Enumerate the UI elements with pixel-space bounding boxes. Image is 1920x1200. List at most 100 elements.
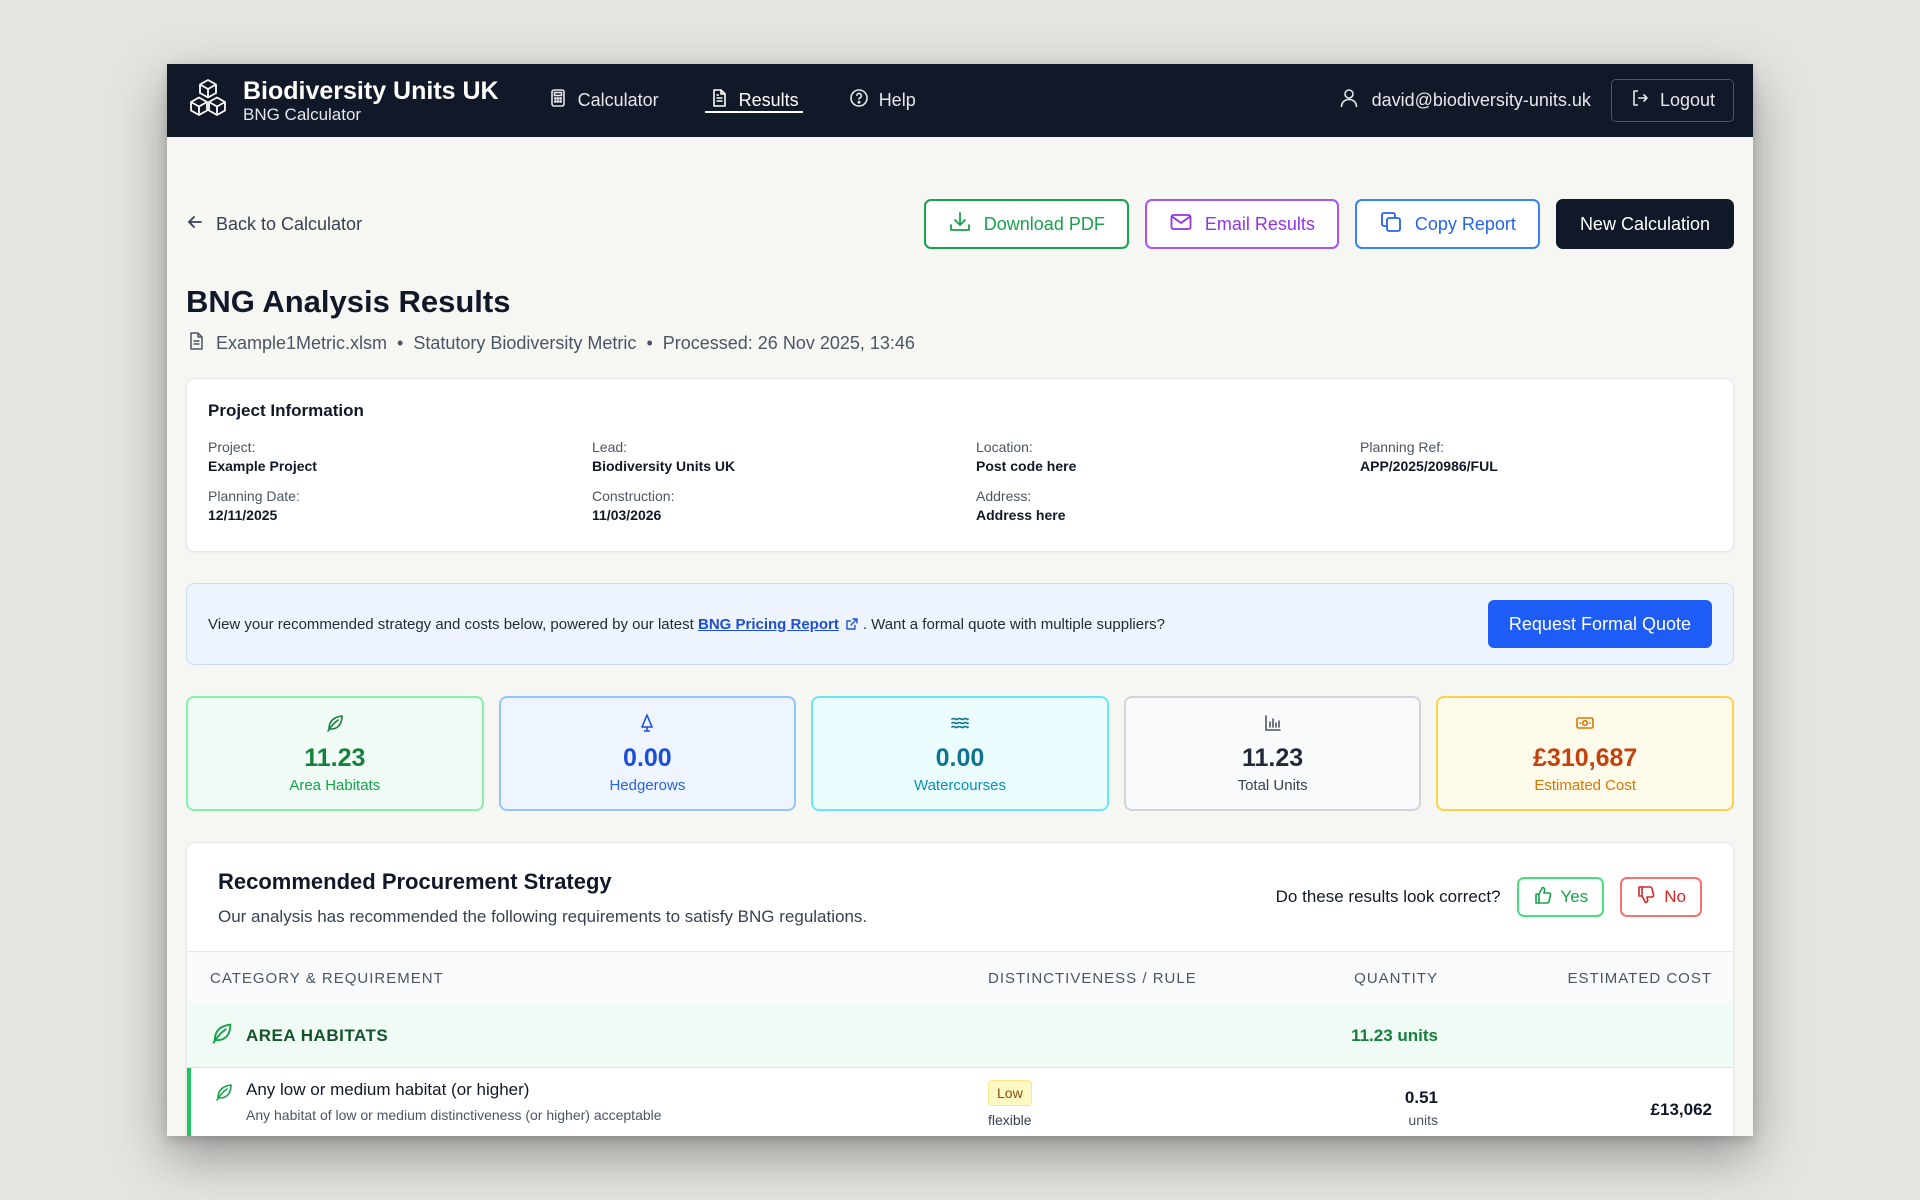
feedback-no-label: No: [1664, 887, 1686, 906]
results-meta: Example1Metric.xlsm • Statutory Biodiver…: [186, 331, 1734, 356]
info-value: Biodiversity Units UK: [592, 458, 736, 474]
nav-results[interactable]: Results: [704, 64, 803, 137]
email-results-label: Email Results: [1204, 213, 1315, 234]
project-info-heading: Project Information: [208, 401, 364, 420]
cubes-logo-icon: [186, 76, 230, 125]
feedback-yes-button[interactable]: Yes: [1516, 877, 1605, 917]
page-title: BNG Analysis Results: [186, 284, 511, 319]
info-label: Planning Date:: [208, 488, 300, 504]
file-name: Example1Metric.xlsm: [216, 333, 388, 353]
info-construction: Construction: 11/03/2026: [592, 488, 976, 523]
trading-rule: flexible: [988, 1112, 1032, 1128]
new-calculation-label: New Calculation: [1579, 213, 1710, 234]
info-label: Construction:: [592, 488, 675, 504]
main-nav: Calculator Results Help: [544, 64, 962, 137]
download-pdf-button[interactable]: Download PDF: [923, 199, 1129, 249]
column-header: CATEGORY & REQUIREMENT: [210, 969, 444, 987]
copy-report-button[interactable]: Copy Report: [1354, 199, 1540, 249]
info-location: Location: Post code here: [976, 439, 1360, 474]
arrow-left-icon: [186, 213, 204, 236]
copy-icon: [1379, 210, 1403, 239]
leaf-icon: [210, 1021, 234, 1050]
feedback-yes-label: Yes: [1560, 887, 1589, 906]
quantity-unit: units: [1408, 1112, 1438, 1128]
external-link-icon: [839, 616, 863, 633]
results-feedback: Do these results look correct? Yes No: [1276, 877, 1702, 917]
leaf-icon: [214, 1080, 234, 1136]
info-label: Lead:: [592, 439, 628, 455]
pricing-report-link[interactable]: BNG Pricing Report: [698, 616, 839, 633]
user-icon: [1338, 87, 1360, 114]
info-label: Planning Ref:: [1360, 439, 1445, 455]
document-icon: [709, 88, 729, 113]
summary-stats: 11.23 Area Habitats 0.00 Hedgerows 0.00 …: [186, 696, 1734, 811]
meta-separator: •: [397, 333, 404, 353]
pricing-report-banner: View your recommended strategy and costs…: [186, 583, 1734, 665]
strategy-subtitle: Our analysis has recommended the followi…: [218, 907, 868, 926]
thumbs-up-icon: [1533, 885, 1553, 910]
help-circle-icon: [849, 88, 869, 113]
stat-label: Total Units: [1237, 777, 1308, 794]
stat-value: £310,687: [1533, 744, 1638, 772]
brand[interactable]: Biodiversity Units UK BNG Calculator: [186, 76, 499, 125]
estimated-cost: £13,062: [1650, 1100, 1712, 1119]
back-to-calculator-link[interactable]: Back to Calculator: [186, 213, 362, 236]
top-navbar: Biodiversity Units UK BNG Calculator Cal…: [167, 64, 1753, 137]
info-lead: Lead: Biodiversity Units UK: [592, 439, 976, 474]
metric-type: Statutory Biodiversity Metric: [413, 333, 637, 353]
request-formal-quote-button[interactable]: Request Formal Quote: [1487, 600, 1712, 648]
table-header: CATEGORY & REQUIREMENT DISTINCTIVENESS /…: [187, 952, 1733, 1004]
stat-value: 11.23: [304, 744, 366, 772]
stat-hedgerows: 0.00 Hedgerows: [498, 696, 797, 811]
stat-value: 0.00: [623, 744, 672, 772]
stat-estimated-cost: £310,687 Estimated Cost: [1436, 696, 1734, 811]
strategy-title: Recommended Procurement Strategy: [218, 869, 612, 894]
distinctiveness-badge: Low: [988, 1080, 1032, 1106]
stat-value: 11.23: [1241, 744, 1304, 772]
download-pdf-label: Download PDF: [983, 213, 1105, 234]
stat-total-units: 11.23 Total Units: [1123, 696, 1422, 811]
stat-area-habitats: 11.23 Area Habitats: [186, 696, 484, 811]
info-address: Address: Address here: [976, 488, 1360, 523]
group-name: AREA HABITATS: [246, 1025, 389, 1045]
info-label: Location:: [976, 439, 1033, 455]
download-icon: [948, 210, 972, 239]
banner-text-after: . Want a formal quote with multiple supp…: [862, 615, 1165, 633]
info-value: 12/11/2025: [208, 507, 278, 523]
info-value: APP/2025/20986/FUL: [1360, 458, 1498, 474]
table-row[interactable]: Any low or medium habitat (or higher) An…: [187, 1068, 1733, 1136]
processed-time: Processed: 26 Nov 2025, 13:46: [662, 333, 915, 353]
user-email: david@biodiversity-units.uk: [1371, 90, 1591, 110]
column-header: QUANTITY: [1354, 969, 1438, 987]
user-account[interactable]: david@biodiversity-units.uk: [1338, 87, 1591, 114]
brand-title: Biodiversity Units UK: [243, 76, 499, 105]
thumbs-down-icon: [1636, 885, 1656, 910]
column-header: ESTIMATED COST: [1567, 969, 1712, 987]
banner-text: View your recommended strategy and costs…: [208, 616, 1165, 633]
procurement-strategy-card: Recommended Procurement Strategy Our ana…: [186, 842, 1734, 1136]
logout-label: Logout: [1659, 90, 1715, 110]
info-value: Example Project: [208, 458, 317, 474]
info-project: Project: Example Project: [208, 439, 592, 474]
nav-calculator[interactable]: Calculator: [544, 64, 663, 137]
group-quantity: 11.23 units: [1351, 1025, 1438, 1045]
new-calculation-button[interactable]: New Calculation: [1555, 199, 1734, 249]
nav-help[interactable]: Help: [845, 64, 920, 137]
info-label: Address:: [976, 488, 1032, 504]
logout-button[interactable]: Logout: [1610, 79, 1734, 122]
stat-label: Watercourses: [913, 777, 1006, 794]
info-planning-date: Planning Date: 12/11/2025: [208, 488, 592, 523]
group-row-area-habitats[interactable]: AREA HABITATS 11.23 units: [187, 1004, 1733, 1068]
nav-help-label: Help: [878, 90, 916, 110]
leaf-icon: [325, 713, 345, 738]
banner-text-before: View your recommended strategy and costs…: [208, 615, 698, 633]
feedback-no-button[interactable]: No: [1620, 877, 1702, 917]
quantity-value: 0.51: [1404, 1088, 1438, 1107]
email-results-button[interactable]: Email Results: [1144, 199, 1339, 249]
bar-chart-icon: [1263, 713, 1283, 738]
back-label: Back to Calculator: [216, 213, 363, 234]
tree-icon: [637, 713, 657, 738]
copy-report-label: Copy Report: [1414, 213, 1516, 234]
info-planning-ref: Planning Ref: APP/2025/20986/FUL: [1360, 439, 1660, 474]
requirement-description: Any habitat of low or medium distinctive…: [246, 1107, 662, 1123]
